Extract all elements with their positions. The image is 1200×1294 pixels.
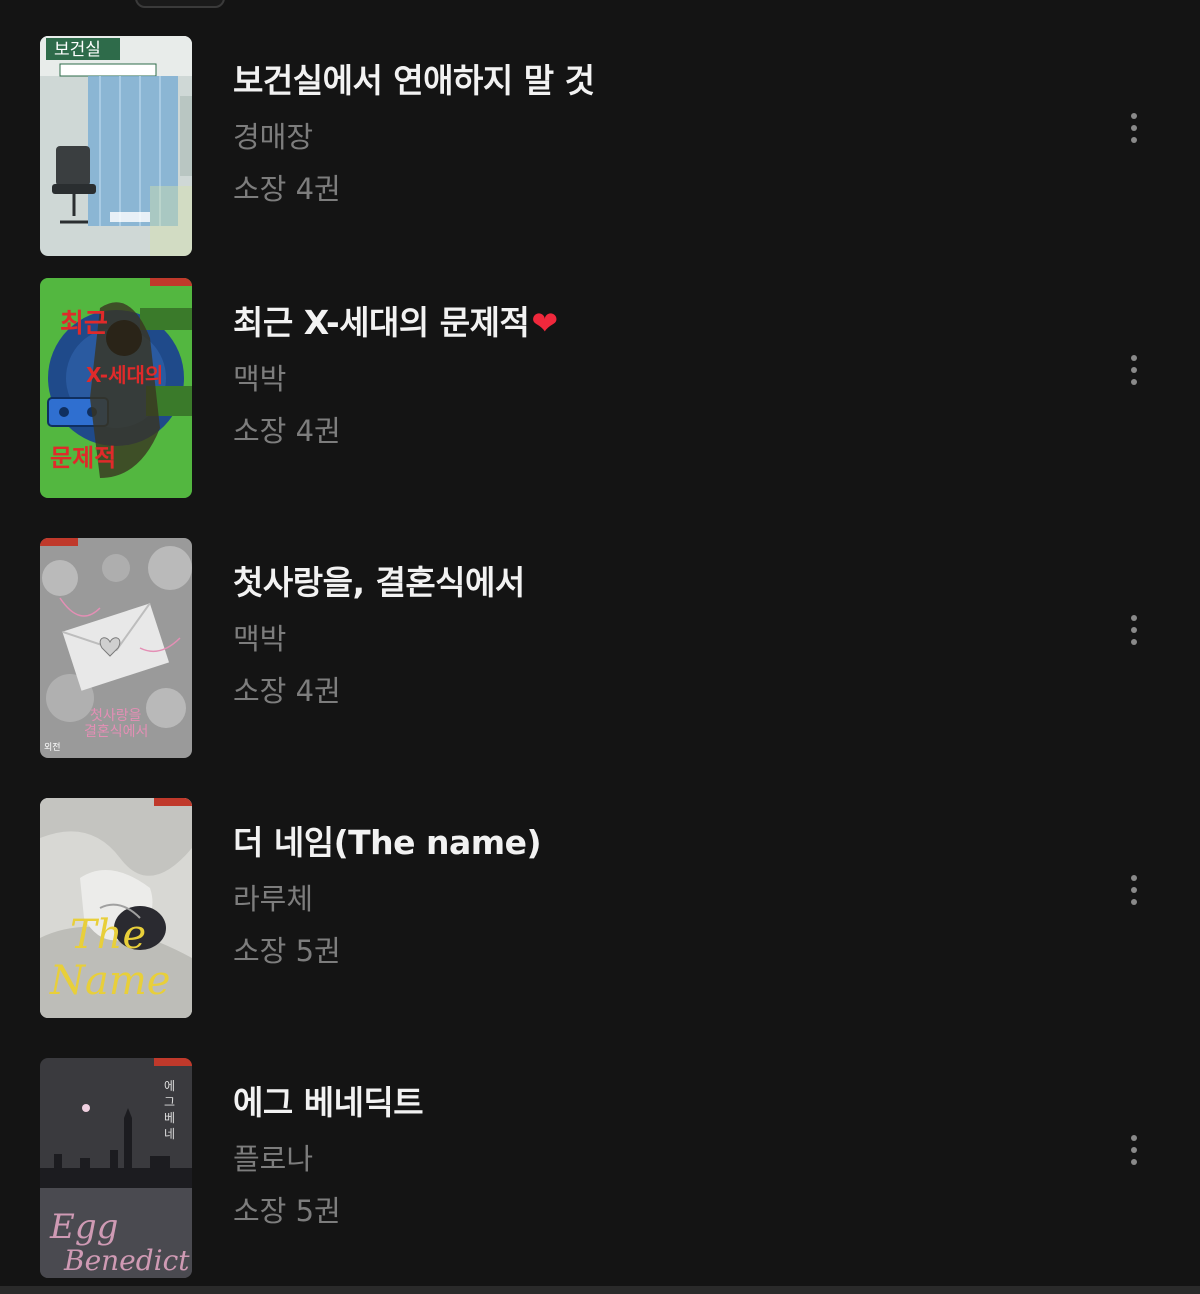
book-owned-count: 소장 5권 [233,1194,341,1228]
svg-text:베: 베 [164,1111,175,1125]
book-owned-count: 소장 4권 [233,414,341,448]
heart-icon: ❤ [531,304,558,342]
book-title[interactable]: 첫사랑을, 결혼식에서 [233,556,525,604]
book-owned-count: 소장 4권 [233,674,341,708]
book-list-item[interactable]: The Name 더 네임(The name) 라루체 소장 5권 [0,798,1200,1020]
svg-text:X-세대의: X-세대의 [86,363,163,387]
svg-text:결혼식에서: 결혼식에서 [84,724,148,740]
svg-text:그: 그 [164,1095,175,1109]
book-author: 라루체 [233,882,314,916]
book-title-text[interactable]: 보건실에서 연애하지 말 것 [233,61,595,100]
book-title-text[interactable]: 최근 X-세대의 문제적 [233,303,530,342]
book-owned-count: 소장 4권 [233,172,341,206]
book-cover-infirmary[interactable]: 보건실 [40,36,192,256]
book-author: 플로나 [233,1142,314,1176]
svg-text:Egg: Egg [49,1207,118,1247]
svg-text:첫사랑을: 첫사랑을 [90,708,142,724]
book-title[interactable]: 보건실에서 연애하지 말 것 [233,54,595,102]
svg-text:Name: Name [49,958,170,1004]
more-vertical-icon[interactable] [1114,610,1154,650]
book-title[interactable]: 에그 베네딕트 [233,1076,424,1124]
book-list-item[interactable]: Egg Benedict 에 그 베 네 에그 베네딕트 플로나 소장 5권 [0,1058,1200,1280]
more-vertical-icon[interactable] [1114,1130,1154,1170]
book-list-item[interactable]: 최근 X-세대의 문제적 최근 X-세대의 문제적❤ 맥박 소장 4권 [0,278,1200,500]
book-owned-count: 소장 5권 [233,934,341,968]
svg-text:최근: 최근 [60,309,108,339]
svg-text:네: 네 [164,1127,175,1141]
book-cover-the-name[interactable]: The Name [40,798,192,1018]
book-cover-first-love[interactable]: 첫사랑을 결혼식에서 외전 [40,538,192,758]
svg-text:Benedict: Benedict [63,1244,190,1277]
top-tab-indicator [135,0,225,8]
book-author: 맥박 [233,362,287,396]
book-title-text[interactable]: 더 네임(The name) [233,823,542,862]
book-cover-x-generation[interactable]: 최근 X-세대의 문제적 [40,278,192,498]
svg-text:문제적: 문제적 [50,444,116,472]
svg-text:외전: 외전 [44,741,61,753]
book-author: 경매장 [233,120,314,154]
book-list-item[interactable]: 첫사랑을 결혼식에서 외전 첫사랑을, 결혼식에서 맥박 소장 4권 [0,538,1200,760]
svg-text:에: 에 [164,1079,175,1093]
book-title[interactable]: 최근 X-세대의 문제적❤ [233,296,558,344]
bottom-divider [0,1286,1200,1294]
more-vertical-icon[interactable] [1114,350,1154,390]
book-cover-egg-benedict[interactable]: Egg Benedict 에 그 베 네 [40,1058,192,1278]
cover-title-text: 보건실 [54,40,101,60]
book-list-item[interactable]: 보건실 보건실에서 연애하지 말 것 경매장 소장 4권 [0,36,1200,258]
book-title-text[interactable]: 에그 베네딕트 [233,1083,424,1122]
book-title-text[interactable]: 첫사랑을, 결혼식에서 [233,563,525,602]
svg-text:The: The [70,912,146,958]
more-vertical-icon[interactable] [1114,108,1154,148]
more-vertical-icon[interactable] [1114,870,1154,910]
book-title[interactable]: 더 네임(The name) [233,816,542,864]
book-author: 맥박 [233,622,287,656]
